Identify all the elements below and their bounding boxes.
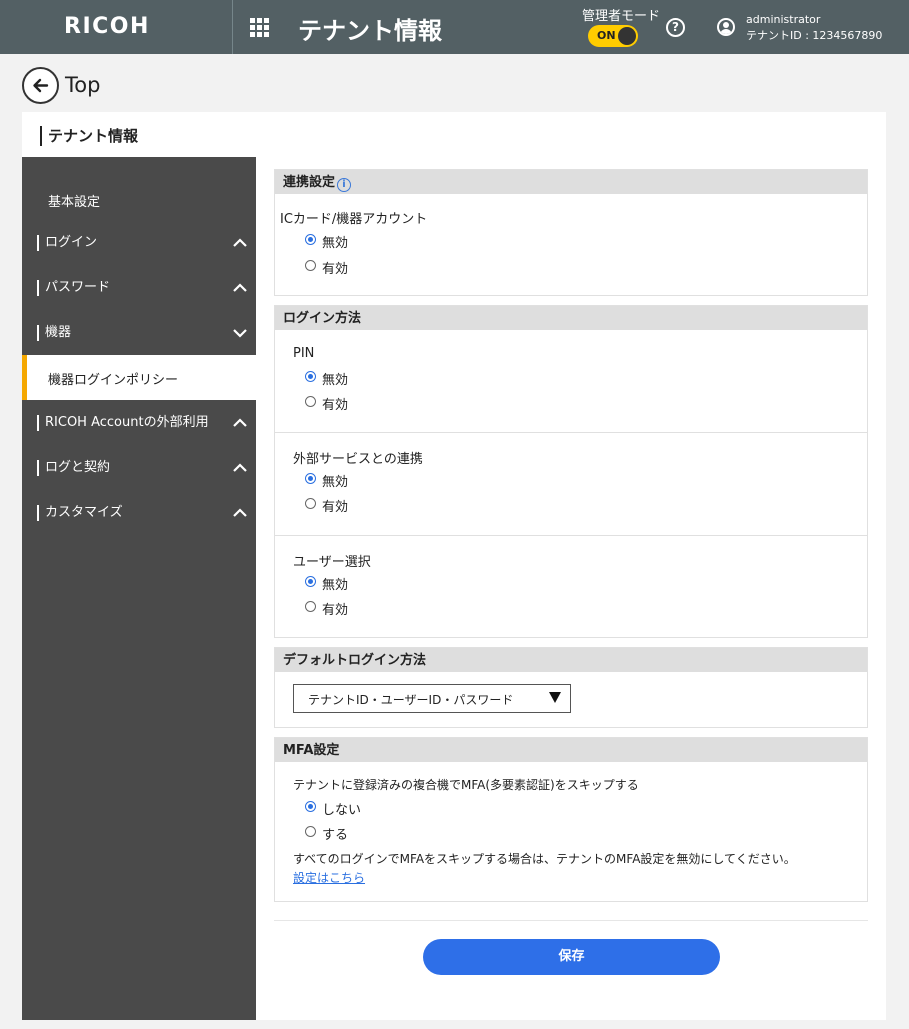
sidebar-item-label: 機器 xyxy=(37,325,71,341)
user-name: administrator xyxy=(746,13,821,26)
section-title: MFA設定 xyxy=(283,743,340,758)
sidebar-item-ricoh-account[interactable]: RICOH Accountの外部利用 xyxy=(22,407,256,441)
sidebar-item-login[interactable]: ログイン xyxy=(22,227,256,261)
radio-icon xyxy=(305,576,316,587)
info-icon[interactable]: i xyxy=(337,178,352,192)
linkage-section: 連携設定 i ICカード/機器アカウント 無効 有効 xyxy=(274,169,868,296)
sidebar-item-device-login-policy[interactable]: 機器ログインポリシー xyxy=(22,355,256,400)
chevron-down-icon xyxy=(233,329,247,338)
save-button[interactable]: 保存 xyxy=(423,939,720,975)
radio-label: 有効 xyxy=(322,262,349,277)
sidebar-item-label: カスタマイズ xyxy=(37,505,123,521)
mfa-note: すべてのログインでMFAをスキップする場合は、テナントのMFA設定を無効にしてく… xyxy=(293,852,796,866)
radio-label: 無効 xyxy=(322,475,349,490)
sidebar-item-label: ログと契約 xyxy=(37,460,110,476)
chevron-up-icon xyxy=(233,508,247,517)
sidebar-item-basic-settings[interactable]: 基本設定 xyxy=(22,183,256,217)
mfa-settings-link[interactable]: 設定はこちら xyxy=(293,869,365,886)
divider xyxy=(275,432,867,433)
field-label: ユーザー選択 xyxy=(293,555,371,570)
admin-mode-toggle-text: ON xyxy=(597,29,616,42)
field-label: ICカード/機器アカウント xyxy=(280,212,428,227)
header-title: テナント情報 xyxy=(298,17,442,45)
back-label[interactable]: Top xyxy=(65,73,100,97)
field-label: 外部サービスとの連携 xyxy=(293,452,423,467)
section-header: デフォルトログイン方法 xyxy=(275,648,867,672)
radio-icon xyxy=(305,260,316,271)
radio-label: 無効 xyxy=(322,373,349,388)
radio-label: 有効 xyxy=(322,500,349,515)
arrow-left-icon xyxy=(33,78,49,93)
app-header: RICOH テナント情報 管理者モード ON ? administrator テ… xyxy=(0,0,909,54)
sidebar-item-label: ログイン xyxy=(37,235,97,251)
tenant-id: テナントID : 1234567890 xyxy=(746,29,883,42)
select-value: テナントID・ユーザーID・パスワード xyxy=(308,693,514,707)
section-header: ログイン方法 xyxy=(275,306,867,330)
section-header: MFA設定 xyxy=(275,738,867,762)
ricoh-logo[interactable]: RICOH xyxy=(64,14,150,39)
radio-icon xyxy=(305,234,316,245)
toggle-knob xyxy=(618,27,636,45)
section-title: 連携設定 xyxy=(283,175,336,190)
sidebar-item-label: パスワード xyxy=(37,280,110,296)
chevron-up-icon xyxy=(233,463,247,472)
divider xyxy=(275,535,867,536)
radio-label: 無効 xyxy=(322,578,349,593)
radio-label: 有効 xyxy=(322,603,349,618)
divider xyxy=(274,920,868,921)
sidebar-item-password[interactable]: パスワード xyxy=(22,272,256,306)
back-button[interactable] xyxy=(22,67,59,104)
header-divider xyxy=(232,0,233,54)
radio-icon xyxy=(305,801,316,812)
radio-label: しない xyxy=(322,803,362,818)
user-icon[interactable] xyxy=(717,18,735,36)
default-login-select[interactable]: テナントID・ユーザーID・パスワード xyxy=(293,684,571,713)
sidebar-item-label: 機器ログインポリシー xyxy=(48,373,179,388)
login-method-section: ログイン方法 PIN 無効 有効 外部サービスとの連携 無効 有効 ユーザー選択… xyxy=(274,305,868,638)
sidebar-item-log-contract[interactable]: ログと契約 xyxy=(22,452,256,486)
dropdown-arrow-icon xyxy=(549,692,561,703)
sidebar: 基本設定 ログイン パスワード 機器 機器ログインポリシー RICOH Acco… xyxy=(22,157,256,1020)
radio-icon xyxy=(305,498,316,509)
section-title: デフォルトログイン方法 xyxy=(283,653,427,668)
radio-label: 有効 xyxy=(322,398,349,413)
radio-label: 無効 xyxy=(322,236,349,251)
radio-icon xyxy=(305,371,316,382)
section-header: 連携設定 i xyxy=(275,170,867,194)
radio-icon xyxy=(305,601,316,612)
chevron-up-icon xyxy=(233,418,247,427)
sidebar-item-label: 基本設定 xyxy=(48,195,101,210)
radio-icon xyxy=(305,473,316,484)
default-login-section: デフォルトログイン方法 テナントID・ユーザーID・パスワード xyxy=(274,647,868,728)
sidebar-item-customize[interactable]: カスタマイズ xyxy=(22,497,256,531)
sidebar-item-label: RICOH Accountの外部利用 xyxy=(37,415,209,431)
chevron-up-icon xyxy=(233,283,247,292)
main-card: テナント情報 基本設定 ログイン パスワード 機器 機器ログインポリシー RIC… xyxy=(22,112,886,1020)
mfa-section: MFA設定 テナントに登録済みの複合機でMFA(多要素認証)をスキップする しな… xyxy=(274,737,868,902)
page-title: テナント情報 xyxy=(40,126,138,146)
field-label: PIN xyxy=(293,346,315,361)
help-icon[interactable]: ? xyxy=(666,18,685,37)
admin-mode-label: 管理者モード xyxy=(582,9,661,24)
admin-mode: 管理者モード ON xyxy=(582,5,661,47)
radio-icon xyxy=(305,396,316,407)
sidebar-item-device[interactable]: 機器 xyxy=(22,317,256,351)
section-title: ログイン方法 xyxy=(283,311,362,326)
admin-mode-toggle[interactable]: ON xyxy=(588,25,638,47)
radio-label: する xyxy=(322,828,349,843)
app-grid-icon[interactable] xyxy=(250,18,269,37)
chevron-up-icon xyxy=(233,238,247,247)
field-label: テナントに登録済みの複合機でMFA(多要素認証)をスキップする xyxy=(293,778,639,792)
radio-icon xyxy=(305,826,316,837)
